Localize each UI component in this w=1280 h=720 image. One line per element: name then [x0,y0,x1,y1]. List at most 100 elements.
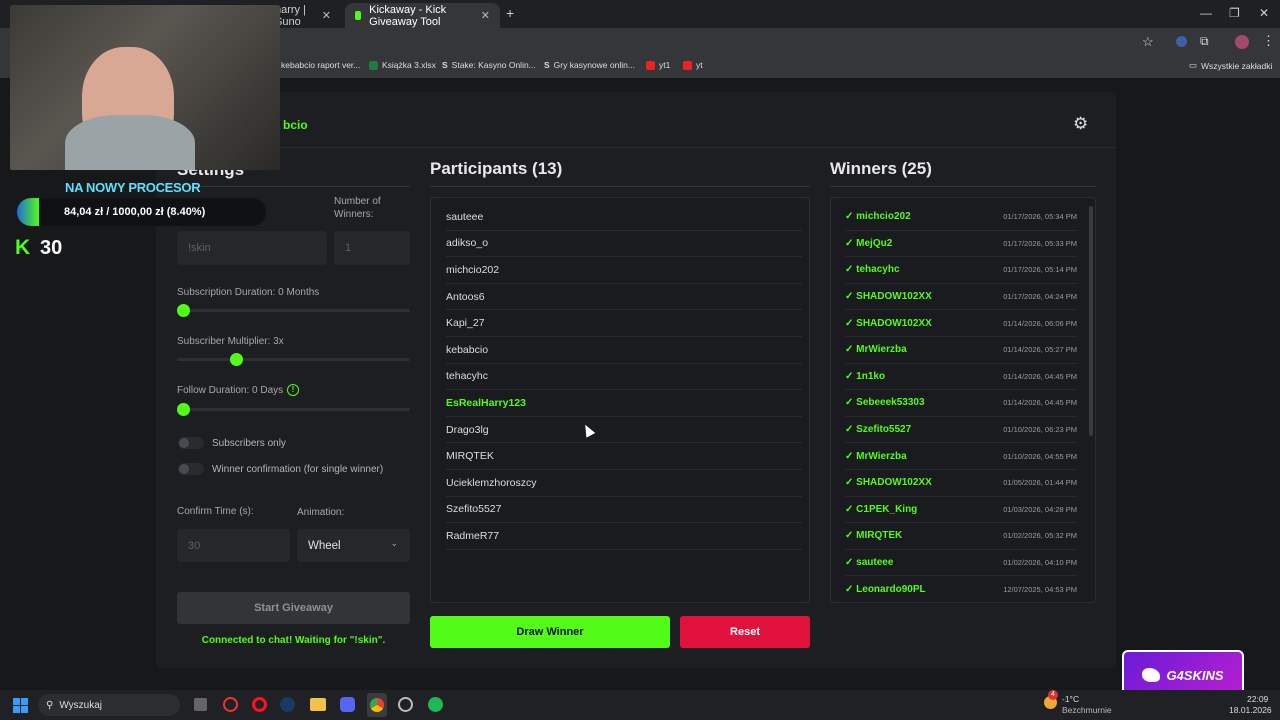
clock-time: 22:09 [1247,694,1269,704]
start-giveaway-button[interactable]: Start Giveaway [177,592,410,624]
status-text: Connected to chat! Waiting for "!skin". [201,635,386,646]
winner-date: 01/14/2026, 04:45 PM [1003,371,1077,381]
excel-icon [369,60,378,70]
bookmark-item[interactable]: S Stake: Kasyno Onlin... [442,60,536,70]
bookmark-item[interactable]: kebabcio raport ver... [281,60,360,70]
goal-title: NA NOWY PROCESOR [65,180,201,195]
winner-date: 01/14/2026, 06:06 PM [1003,318,1077,328]
new-tab-button[interactable]: + [506,5,514,21]
minimize-icon[interactable]: — [1200,6,1212,20]
winner-confirmation-toggle[interactable] [178,463,204,475]
winner-row: ✓ tehacyhc 01/17/2026, 05:14 PM [845,257,1077,284]
sub-multiplier-slider[interactable] [177,353,410,367]
winner-row: ✓ Szefito5527 01/10/2026, 06:23 PM [845,417,1077,444]
animation-label: Animation: [297,507,345,518]
stake-icon: S [442,60,448,70]
spotify-icon[interactable] [428,697,443,712]
close-icon[interactable]: ✕ [481,9,490,22]
winner-name: ✓ SHADOW102XX [845,291,932,303]
winner-date: 01/14/2026, 04:45 PM [1003,398,1077,408]
chevron-down-icon: ⌄ [390,538,398,548]
opera-gx-icon[interactable] [223,697,238,712]
winner-date: 01/17/2026, 05:33 PM [1003,238,1077,248]
chrome-active-button[interactable] [367,693,387,717]
taskbar-search[interactable]: ⚲ Wyszukaj [38,694,180,716]
tab-kickaway[interactable]: Kickaway - Kick Giveaway Tool ✕ [345,3,500,28]
reset-button[interactable]: Reset [680,616,810,648]
winner-date: 01/17/2026, 05:14 PM [1003,265,1077,275]
slider-track [177,358,410,361]
confirm-time-input[interactable]: 30 [177,529,290,562]
puzzle-icon[interactable]: ⧉ [1200,34,1209,49]
sub-duration-label: Subscription Duration: 0 Months [177,287,320,298]
winners-list: ✓ michcio202 01/17/2026, 05:34 PM ✓ MejQu2… [830,197,1096,603]
slider-knob[interactable] [177,304,190,317]
winner-name: ✓ Leonardo90PL [845,583,926,595]
close-window-icon[interactable]: ✕ [1259,6,1269,20]
animation-select[interactable]: Wheel ⌄ [297,529,410,562]
opera-icon[interactable] [252,697,267,712]
taskbar: ⚲ Wyszukaj 4 -1°C Bezchmurnie 22:09 18.0… [0,690,1280,720]
follow-duration-slider[interactable] [177,403,410,417]
participant-row: RadmeR77 [446,523,802,550]
winner-date: 01/17/2026, 04:24 PM [1003,292,1077,302]
winner-confirmation-label: Winner confirmation (for single winner) [212,464,384,475]
windows-start-icon[interactable] [13,698,28,713]
winner-row: ✓ sauteee 01/02/2026, 04:10 PM [845,550,1077,577]
bookmark-item[interactable]: S Gry kasynowe onlin... [544,60,635,70]
extension-icon[interactable] [1176,36,1187,47]
all-bookmarks[interactable]: ▭ Wszystkie zakładki [1189,60,1272,71]
goal-progress-fill [17,198,39,226]
winner-date: 01/17/2026, 05:34 PM [1003,212,1077,222]
steam-icon[interactable] [280,697,295,712]
winner-name: ✓ SHADOW102XX [845,317,932,329]
slider-knob[interactable] [177,403,190,416]
keyword-input[interactable]: !skin [177,231,327,265]
task-view-icon[interactable] [194,698,207,711]
sub-multiplier-label: Subscriber Multiplier: 3x [177,336,284,347]
folder-icon[interactable] [310,698,326,711]
winners-count-input[interactable]: 1 [334,231,410,265]
folder-icon: ▭ [1189,60,1198,70]
goal-progress-text: 84,04 zł / 1000,00 zł (8.40%) [64,206,206,218]
notification-badge: 4 [1048,690,1058,700]
winner-date: 01/14/2026, 05:27 PM [1003,345,1077,355]
start-tile [13,706,20,713]
bookmark-item[interactable]: Książka 3.xlsx [369,60,436,70]
divider [430,186,810,187]
scrollbar[interactable] [1089,206,1093,436]
menu-icon[interactable]: ⋮ [1262,33,1275,49]
search-placeholder: Wyszukaj [59,699,103,711]
gear-icon[interactable]: ⚙ [1073,114,1088,134]
participant-row: Ucieklemzhoroszcy [446,470,802,497]
participant-row: Drago3lg [446,417,802,444]
toggle-dot [179,464,189,474]
close-icon[interactable]: ✕ [322,9,331,22]
bookmark-item[interactable]: yt [683,60,703,70]
participant-row: EsRealHarry123 [446,390,802,417]
participant-row: Kapi_27 [446,310,802,337]
participant-row: kebabcio [446,337,802,364]
tab-label: Kickaway - Kick Giveaway Tool [369,3,447,28]
subscribers-only-toggle[interactable] [178,437,204,449]
winner-name: ✓ MejQu2 [845,237,893,249]
follow-duration-label: Follow Duration: 0 Days [177,385,284,396]
winner-date: 01/10/2026, 06:23 PM [1003,425,1077,435]
winner-row: ✓ SHADOW102XX 01/17/2026, 04:24 PM [845,284,1077,311]
info-icon[interactable]: ! [287,384,299,396]
winner-name: ✓ Sebeeek53303 [845,397,925,409]
discord-icon[interactable] [340,697,355,712]
star-icon[interactable]: ☆ [1142,34,1154,50]
slider-knob[interactable] [229,353,243,366]
app-icon[interactable] [398,697,413,712]
winner-name: ✓ MrWierzba [845,344,907,356]
sub-duration-slider[interactable] [177,304,410,318]
maximize-icon[interactable]: ❐ [1229,6,1240,20]
avatar[interactable] [1235,35,1249,49]
chrome-icon [370,698,384,712]
app-header: bcio ⚙ [156,92,1116,148]
draw-winner-button[interactable]: Draw Winner [430,616,670,648]
winner-name: ✓ C1PEK_King [845,503,918,515]
participants-title: Participants (13) [430,159,563,178]
bookmark-item[interactable]: yt1 [646,60,670,70]
